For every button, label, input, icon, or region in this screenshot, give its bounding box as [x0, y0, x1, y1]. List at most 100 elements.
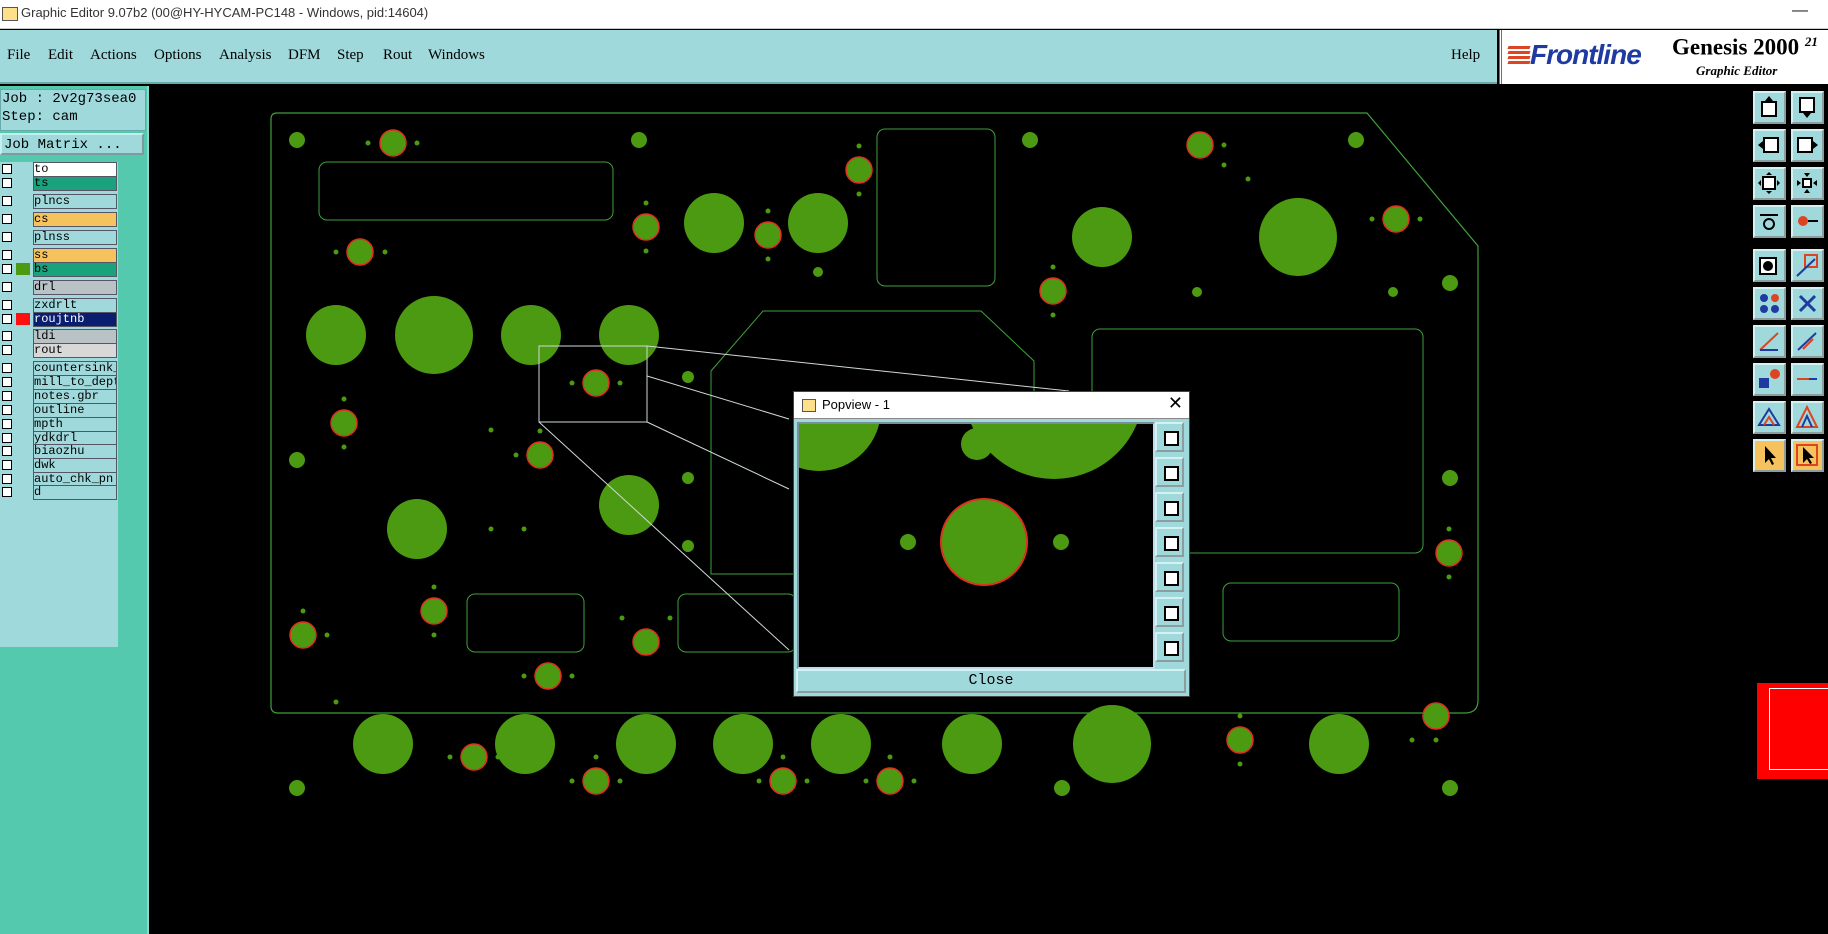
layer-checkbox[interactable]	[2, 214, 12, 224]
menu-rout[interactable]: Rout	[383, 47, 412, 64]
select-feature-button[interactable]	[1753, 249, 1786, 282]
layer-row[interactable]: bs	[0, 262, 117, 277]
menu-dfm[interactable]: DFM	[288, 47, 321, 64]
pan-left-button[interactable]	[1753, 129, 1786, 162]
layer-name[interactable]: ss	[33, 248, 117, 263]
popview-close-button[interactable]: Close	[796, 669, 1186, 693]
layer-checkbox[interactable]	[2, 232, 12, 242]
pan-right-button[interactable]	[1791, 129, 1824, 162]
layer-row[interactable]: ldi	[0, 329, 117, 344]
layer-checkbox[interactable]	[2, 314, 12, 324]
menu-edit[interactable]: Edit	[48, 47, 73, 64]
close-icon[interactable]: ✕	[1168, 393, 1183, 414]
layer-checkbox[interactable]	[2, 164, 12, 174]
popview-zoom-out-button[interactable]	[1155, 632, 1184, 662]
layer-row[interactable]: notes.gbr	[0, 389, 117, 404]
add-surface-button[interactable]	[1753, 363, 1786, 396]
layer-row[interactable]: ss	[0, 248, 117, 263]
layer-checkbox[interactable]	[2, 300, 12, 310]
probe-tool-button[interactable]	[1791, 205, 1824, 238]
popview-pan-up-button[interactable]	[1155, 457, 1184, 487]
layer-row[interactable]: plnss	[0, 230, 117, 245]
layer-color-swatch[interactable]	[16, 263, 30, 275]
layer-checkbox[interactable]	[2, 487, 12, 497]
layer-row[interactable]: to	[0, 162, 117, 177]
minimize-button[interactable]: —	[1792, 2, 1808, 20]
layer-checkbox[interactable]	[2, 282, 12, 292]
arc-tool-button[interactable]	[1753, 401, 1786, 434]
zoom-home-button[interactable]	[1753, 91, 1786, 124]
layer-name[interactable]: roujtnb	[33, 312, 117, 327]
layer-name[interactable]: mpth	[33, 417, 117, 432]
layer-name[interactable]: plncs	[33, 194, 117, 209]
layer-row[interactable]: roujtnb	[0, 312, 117, 327]
menu-file[interactable]: File	[7, 47, 30, 64]
zoom-down-button[interactable]	[1791, 91, 1824, 124]
layer-checkbox[interactable]	[2, 178, 12, 188]
layer-checkbox[interactable]	[2, 433, 12, 443]
layer-checkbox[interactable]	[2, 460, 12, 470]
menu-options[interactable]: Options	[154, 47, 202, 64]
layer-row[interactable]: ydkdrl	[0, 431, 117, 446]
horizontal-line-button[interactable]	[1791, 363, 1824, 396]
layer-checkbox[interactable]	[2, 363, 12, 373]
popview-zoom-home-button[interactable]	[1155, 422, 1184, 452]
popview-pan-down-button[interactable]	[1155, 492, 1184, 522]
layer-row[interactable]: outline	[0, 403, 117, 418]
popview-pan-right-button[interactable]	[1155, 562, 1184, 592]
zoom-in-button[interactable]	[1753, 167, 1786, 200]
layer-row[interactable]: ts	[0, 176, 117, 191]
layer-checkbox[interactable]	[2, 474, 12, 484]
pointer-select-button[interactable]	[1753, 439, 1786, 472]
layer-row[interactable]: auto_chk_pn	[0, 472, 117, 487]
layer-row[interactable]: countersink_	[0, 361, 117, 376]
layer-name[interactable]: ts	[33, 176, 117, 191]
layer-row[interactable]: biaozhu	[0, 444, 117, 459]
add-pad-button[interactable]	[1753, 287, 1786, 320]
layer-name[interactable]: dwk	[33, 458, 117, 473]
layer-checkbox[interactable]	[2, 250, 12, 260]
pointer-box-select-button[interactable]	[1791, 439, 1824, 472]
angle-line-button[interactable]	[1753, 325, 1786, 358]
job-matrix-button[interactable]: Job Matrix ...	[0, 133, 144, 155]
layer-checkbox[interactable]	[2, 331, 12, 341]
layer-checkbox[interactable]	[2, 419, 12, 429]
layer-name[interactable]: biaozhu	[33, 444, 117, 459]
popview-pan-left-button[interactable]	[1155, 527, 1184, 557]
layer-name[interactable]: mill_to_dept	[33, 375, 117, 390]
layer-color-swatch[interactable]	[16, 313, 30, 325]
menu-analysis[interactable]: Analysis	[219, 47, 272, 64]
measure-tool-button[interactable]	[1753, 205, 1786, 238]
menu-help[interactable]: Help	[1451, 47, 1480, 64]
layer-row[interactable]: drl	[0, 280, 117, 295]
popview-zoom-in-button[interactable]	[1155, 597, 1184, 627]
diagonal-line-button[interactable]	[1791, 325, 1824, 358]
layer-checkbox[interactable]	[2, 377, 12, 387]
layer-row[interactable]: d	[0, 485, 117, 500]
layer-name[interactable]: to	[33, 162, 117, 177]
menu-actions[interactable]: Actions	[90, 47, 137, 64]
popview-canvas[interactable]	[797, 422, 1155, 669]
layer-checkbox[interactable]	[2, 391, 12, 401]
layer-name[interactable]: outline	[33, 403, 117, 418]
layer-name[interactable]: drl	[33, 280, 117, 295]
layer-name[interactable]: plnss	[33, 230, 117, 245]
zoom-out-button[interactable]	[1791, 167, 1824, 200]
menu-windows[interactable]: Windows	[428, 47, 485, 64]
layer-name[interactable]: countersink_	[33, 361, 117, 376]
layer-row[interactable]: mill_to_dept	[0, 375, 117, 390]
layer-checkbox[interactable]	[2, 446, 12, 456]
layer-row[interactable]: plncs	[0, 194, 117, 209]
layer-row[interactable]: zxdrlt	[0, 298, 117, 313]
layer-row[interactable]: dwk	[0, 458, 117, 473]
layer-checkbox[interactable]	[2, 196, 12, 206]
layer-name[interactable]: cs	[33, 212, 117, 227]
menu-step[interactable]: Step	[337, 47, 364, 64]
layer-row[interactable]: rout	[0, 343, 117, 358]
add-line-button[interactable]	[1791, 249, 1824, 282]
layer-name[interactable]: notes.gbr	[33, 389, 117, 404]
polygon-tool-button[interactable]	[1791, 401, 1824, 434]
layer-row[interactable]: mpth	[0, 417, 117, 432]
layer-checkbox[interactable]	[2, 405, 12, 415]
layer-name[interactable]: d	[33, 485, 117, 500]
